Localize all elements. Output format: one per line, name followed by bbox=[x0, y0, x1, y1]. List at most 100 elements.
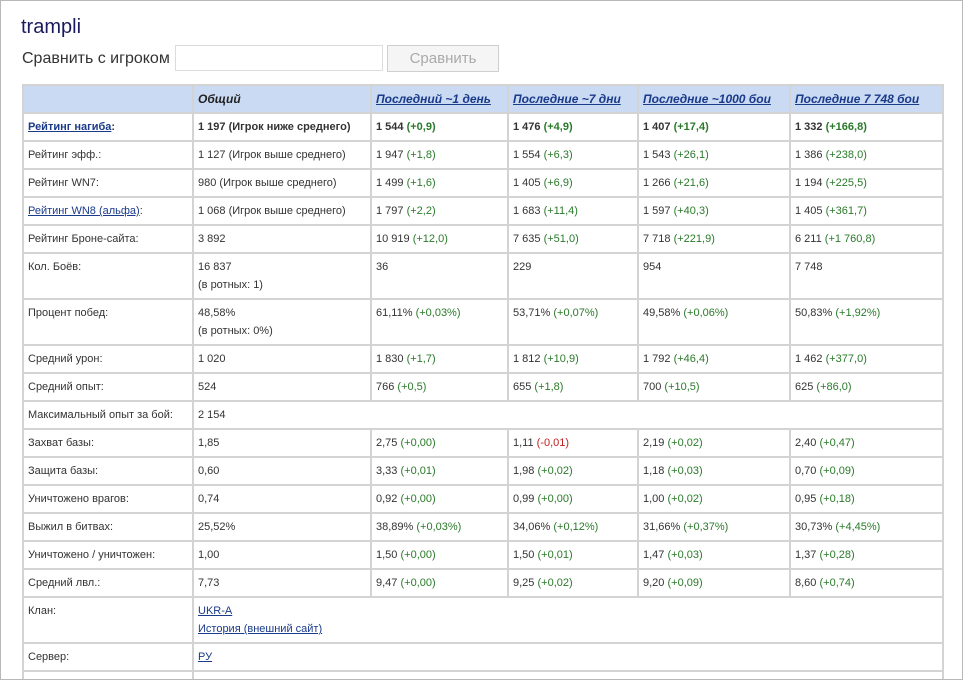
cell-value: 1 947 bbox=[376, 149, 404, 161]
server-link[interactable]: РУ bbox=[198, 651, 212, 663]
cell-delta: (+6,9) bbox=[543, 177, 573, 189]
general-cell: 48,58% (в ротных: 0%) bbox=[192, 298, 372, 346]
value-cell-b7748: 1,37 (+0,28) bbox=[789, 540, 944, 570]
row-label-cell: Сервер: bbox=[22, 642, 194, 672]
table-row: Уничтожено / уничтожен: 1,00 1,50 (+0,00) 1… bbox=[22, 540, 944, 570]
value-cell-day7: 1,50 (+0,01) bbox=[507, 540, 639, 570]
value-cell-day7: 1,98 (+0,02) bbox=[507, 456, 639, 486]
cell-value: 1 544 bbox=[376, 121, 404, 133]
cell-value: 700 bbox=[643, 381, 662, 393]
cell-value: 1 332 bbox=[795, 121, 823, 133]
header-1000-link[interactable]: Последние ~1000 бои bbox=[643, 92, 771, 106]
row-label: Средний лвл.: bbox=[28, 577, 101, 589]
row-label: Средний опыт: bbox=[28, 381, 104, 393]
row-label-link[interactable]: Рейтинг нагиба bbox=[28, 121, 111, 133]
value-cell-b1000: 1 266 (+21,6) bbox=[637, 168, 791, 198]
value-cell-b7748: 6 211 (+1 760,8) bbox=[789, 224, 944, 254]
cell-delta: (+1 760,8) bbox=[824, 233, 876, 245]
cell-delta: (+0,06%) bbox=[683, 307, 729, 319]
cell-value: 6 211 bbox=[795, 233, 822, 245]
cell-delta: (+40,3) bbox=[673, 205, 709, 217]
cell-delta: (+21,6) bbox=[673, 177, 709, 189]
cell-delta: (+0,03%) bbox=[415, 307, 461, 319]
cell-value: 766 bbox=[376, 381, 395, 393]
value-cell-b1000: 1,47 (+0,03) bbox=[637, 540, 791, 570]
value-cell-b7748: 7 748 bbox=[789, 252, 944, 300]
compare-button[interactable]: Сравнить bbox=[387, 45, 499, 72]
table-row: Сервер: РУ bbox=[22, 642, 944, 672]
general-value: 25,52% bbox=[198, 521, 236, 533]
general-value: 524 bbox=[198, 381, 217, 393]
value-cell-day1: 9,47 (+0,00) bbox=[370, 568, 509, 598]
cell-delta: (+238,0) bbox=[825, 149, 867, 161]
cell-value: 0,70 bbox=[795, 465, 817, 477]
row-label-cell: Рейтинг Броне-сайта: bbox=[22, 224, 194, 254]
cell-delta: (+0,02) bbox=[537, 577, 573, 589]
cell-value: 2,40 bbox=[795, 437, 817, 449]
clan-link[interactable]: UKR-A bbox=[198, 602, 232, 620]
row-label-cell: Средний урон: bbox=[22, 344, 194, 374]
row-label-cell: Рейтинг нагиба: bbox=[22, 112, 194, 142]
header-day7-link[interactable]: Последние ~7 дни bbox=[513, 92, 621, 106]
row-label: Уничтожено врагов: bbox=[28, 493, 129, 505]
cell-value: 7 635 bbox=[513, 233, 541, 245]
value-cell-day1: 1 499 (+1,6) bbox=[370, 168, 509, 198]
table-header-row: Общий Последний ~1 день Последние ~7 дни… bbox=[22, 84, 944, 114]
cell-value: 34,06% bbox=[513, 521, 551, 533]
general-cell: 2 154 bbox=[192, 400, 944, 430]
cell-value: 30,73% bbox=[795, 521, 833, 533]
row-label-cell: Выжил в битвах: bbox=[22, 512, 194, 542]
row-label: Клан: bbox=[28, 605, 57, 617]
general-value: 0,74 bbox=[198, 493, 220, 505]
compare-player-input[interactable] bbox=[175, 45, 383, 71]
value-cell-day1: 1 797 (+2,2) bbox=[370, 196, 509, 226]
row-label-cell: Захват базы: bbox=[22, 428, 194, 458]
cell-delta: (+0,03) bbox=[667, 465, 703, 477]
cell-delta: (+17,4) bbox=[673, 121, 709, 133]
cell-value: 1,50 bbox=[376, 549, 398, 561]
value-cell-b7748: 625 (+86,0) bbox=[789, 372, 944, 402]
cell-value: 1 386 bbox=[795, 149, 823, 161]
row-label: Процент побед: bbox=[28, 307, 109, 319]
value-cell-day7: 1,11 (-0,01) bbox=[507, 428, 639, 458]
cell-value: 1 266 bbox=[643, 177, 671, 189]
cell-value: 49,58% bbox=[643, 307, 681, 319]
general-value: 1 127 (Игрок выше среднего) bbox=[198, 149, 346, 161]
cell-delta: (+0,00) bbox=[400, 437, 436, 449]
table-row bbox=[22, 670, 944, 679]
cell-delta: (+1,7) bbox=[406, 353, 436, 365]
table-row: Рейтинг эфф.: 1 127 (Игрок выше среднего)… bbox=[22, 140, 944, 170]
table-row: Защита базы: 0,60 3,33 (+0,01) 1,98 (+0,02)… bbox=[22, 456, 944, 486]
row-label-link[interactable]: Рейтинг WN8 (альфа) bbox=[28, 205, 140, 217]
value-cell-b1000: 1 792 (+46,4) bbox=[637, 344, 791, 374]
clan-history-link[interactable]: История (внешний сайт) bbox=[198, 620, 322, 638]
header-7748-link[interactable]: Последние 7 748 бои bbox=[795, 92, 919, 106]
header-general: Общий bbox=[192, 84, 372, 114]
general-cell: 1,85 bbox=[192, 428, 372, 458]
cell-value: 1 194 bbox=[795, 177, 823, 189]
cell-delta: (+225,5) bbox=[825, 177, 867, 189]
cell-delta: (+1,6) bbox=[406, 177, 436, 189]
cell-value: 1,18 bbox=[643, 465, 665, 477]
value-cell-b1000: 2,19 (+0,02) bbox=[637, 428, 791, 458]
general-value: 980 (Игрок выше среднего) bbox=[198, 177, 337, 189]
cell-delta: (+0,12%) bbox=[553, 521, 599, 533]
cell-delta: (+0,74) bbox=[819, 577, 855, 589]
value-cell-day1: 3,33 (+0,01) bbox=[370, 456, 509, 486]
cell-value: 1,98 bbox=[513, 465, 535, 477]
value-cell-b1000: 7 718 (+221,9) bbox=[637, 224, 791, 254]
value-cell-b7748: 0,70 (+0,09) bbox=[789, 456, 944, 486]
header-day1-link[interactable]: Последний ~1 день bbox=[376, 92, 491, 106]
table-row: Средний лвл.: 7,73 9,47 (+0,00) 9,25 (+0,02… bbox=[22, 568, 944, 598]
row-label: Максимальный опыт за бой: bbox=[28, 409, 173, 421]
value-cell-day1: 36 bbox=[370, 252, 509, 300]
value-cell-day1: 38,89% (+0,03%) bbox=[370, 512, 509, 542]
cell-value: 1 405 bbox=[795, 205, 823, 217]
cell-delta: (+86,0) bbox=[816, 381, 852, 393]
row-label-cell: Максимальный опыт за бой: bbox=[22, 400, 194, 430]
page-frame: trampli Сравнить с игроком Сравнить Общи… bbox=[0, 0, 963, 680]
header-7748: Последние 7 748 бои bbox=[789, 84, 944, 114]
row-label-cell: Средний опыт: bbox=[22, 372, 194, 402]
table-row: Уничтожено врагов: 0,74 0,92 (+0,00) 0,99 (… bbox=[22, 484, 944, 514]
cell-delta: (+46,4) bbox=[673, 353, 709, 365]
